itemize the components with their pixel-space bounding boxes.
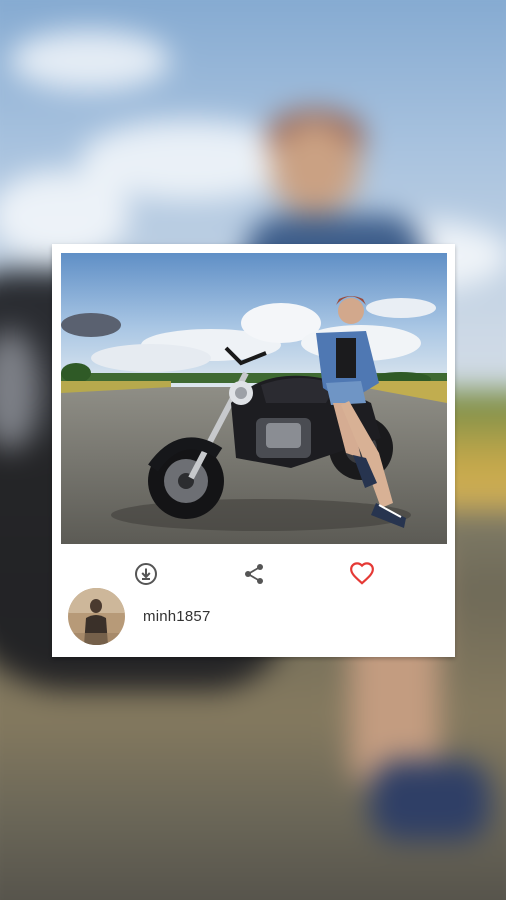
share-button[interactable] (238, 558, 270, 590)
post-card: minh1857 (52, 244, 455, 657)
post-photo[interactable] (61, 253, 447, 544)
share-icon (245, 564, 263, 584)
avatar[interactable] (68, 587, 125, 645)
like-button[interactable] (346, 558, 378, 590)
author-username[interactable]: minh1857 (143, 608, 210, 625)
download-icon (135, 563, 157, 585)
screen: minh1857 (0, 0, 506, 900)
post-author[interactable]: minh1857 (68, 587, 368, 645)
heart-icon (350, 562, 374, 585)
download-button[interactable] (130, 558, 162, 590)
